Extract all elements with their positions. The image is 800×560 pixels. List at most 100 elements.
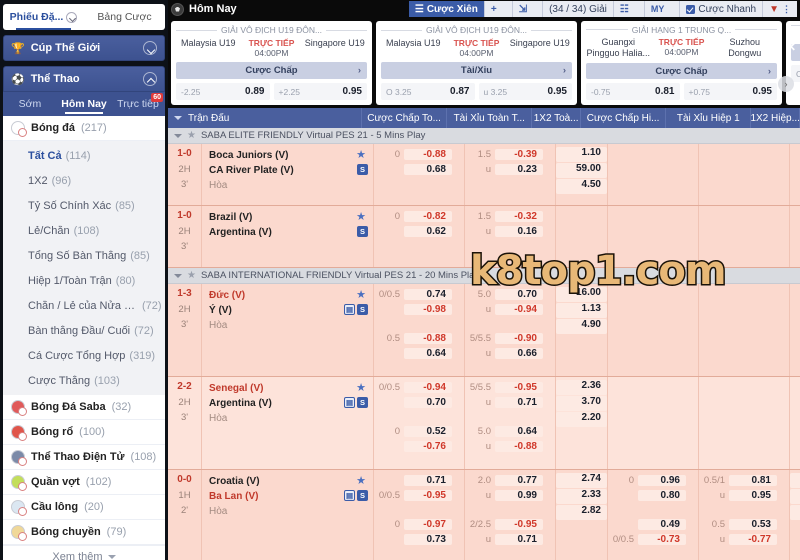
odds-value-home[interactable]: 2.74 [556, 473, 607, 488]
chevron-down-icon[interactable] [174, 133, 182, 138]
stats-icon[interactable]: ▤ [344, 397, 355, 408]
odds-value-away[interactable]: 3.15 [790, 489, 800, 504]
chevron-right-icon[interactable]: › [768, 66, 771, 77]
bet-type-all[interactable]: Tất Cả (114) [3, 143, 165, 168]
odds-value-home[interactable]: 3.40 [790, 473, 800, 488]
odd-line[interactable]: 0.70 [374, 395, 464, 410]
home-team-name[interactable]: Boca Juniors (V) [209, 148, 368, 163]
bet-type-correct-score[interactable]: Tỷ Số Chính Xác (85) [3, 193, 165, 218]
sidebar-item-volleyball[interactable]: Bóng chuyền (79) [3, 520, 165, 545]
bet-type-total-goals[interactable]: Tổng Số Bàn Thắng (85) [3, 243, 165, 268]
odds-value-home[interactable]: 16.00 [556, 287, 607, 302]
odd-line[interactable]: 5.0 0.64 [465, 424, 555, 439]
column-header-1x2-half[interactable]: 1X2 Hiệp... [750, 108, 799, 128]
chevron-down-icon[interactable] [66, 11, 78, 23]
sidebar-tab-today[interactable]: Hôm Nay [57, 92, 111, 116]
odd-line[interactable]: u 0.23 [465, 162, 555, 177]
league-header[interactable]: ★ SABA INTERNATIONAL FRIENDLY Virtual PE… [168, 268, 800, 284]
bet-type-odd-even[interactable]: Lẻ/Chẵn (108) [3, 218, 165, 243]
odd-line[interactable]: 0.71 [374, 473, 464, 488]
stream-icon[interactable]: S [357, 164, 368, 175]
match-card-partial[interactable]: Ping O [786, 21, 800, 105]
odd-line[interactable]: u 0.71 [465, 532, 555, 547]
show-more-button[interactable]: Xem thêm [3, 545, 165, 560]
odd-line[interactable]: u -0.77 [699, 532, 789, 547]
tab-bet-slip[interactable]: Phiếu Đặ... [3, 4, 84, 30]
bet-type-half-odd-even[interactable]: Chẵn / Lẻ của Nửa trận/T... (72) [3, 293, 165, 318]
card-market-bar[interactable]: Cược Chấp › [586, 63, 777, 79]
odd-line[interactable]: u 0.16 [465, 224, 555, 239]
favorite-star-icon[interactable]: ★ [356, 148, 366, 161]
odd-line[interactable]: 0/0.5 -0.95 [374, 488, 464, 503]
odd-line[interactable]: 0.5 -0.88 [374, 331, 464, 346]
odd-line[interactable]: -0.76 [374, 439, 464, 454]
odds-value-away[interactable]: 3.70 [556, 396, 607, 411]
stream-icon[interactable]: S [357, 226, 368, 237]
stream-icon[interactable]: S [357, 397, 368, 408]
stream-icon[interactable]: S [357, 304, 368, 315]
chevron-right-icon[interactable]: › [563, 65, 566, 76]
odds-value-draw[interactable]: 1.85 [790, 505, 800, 520]
odds-value-draw[interactable]: 4.50 [556, 179, 607, 194]
card-odd-home[interactable]: -2.25 0.89 [176, 83, 270, 100]
sidebar-item-badminton[interactable]: Cầu lông (20) [3, 495, 165, 520]
add-button[interactable]: + [484, 1, 513, 17]
stream-icon[interactable]: S [357, 490, 368, 501]
odd-line[interactable]: 0 0.96 [608, 473, 698, 488]
layout-button[interactable]: ☷ [613, 1, 645, 17]
carousel-next-icon[interactable]: › [778, 76, 794, 92]
match-card[interactable]: GIẢI VÔ ĐỊCH U19 ĐÔN... Malaysia U19 TRỰ… [376, 21, 577, 105]
odds-value-draw[interactable]: 4.90 [556, 319, 607, 334]
sidebar-section-sports[interactable]: ⚽ Thể Thao [3, 66, 165, 92]
chevron-down-icon[interactable] [174, 273, 182, 278]
odds-value-away[interactable]: 2.33 [556, 489, 607, 504]
checkbox-checked-icon[interactable] [686, 4, 696, 14]
odd-line[interactable]: u 0.95 [699, 488, 789, 503]
card-odd-over[interactable]: O 3.25 0.87 [381, 83, 475, 100]
card-market-bar[interactable]: Cược Chấp › [176, 62, 367, 79]
bet-type-mix-parlay[interactable]: Cá Cược Tổng Hợp (319) [3, 343, 165, 368]
sort-button[interactable]: ⇲ [512, 1, 544, 17]
sidebar-item-tennis[interactable]: Quần vợt (102) [3, 470, 165, 495]
odd-line[interactable]: 5/5.5 -0.90 [465, 331, 555, 346]
stats-icon[interactable]: ▤ [344, 490, 355, 501]
parlay-button[interactable]: ☰ Cược Xiên [408, 1, 485, 17]
sidebar-item-saba-football[interactable]: Bóng Đá Saba (32) [3, 395, 165, 420]
odd-line[interactable]: 2/2.5 -0.95 [465, 517, 555, 532]
odd-line[interactable]: 0 -0.97 [374, 517, 464, 532]
bet-type-outright[interactable]: Cược Thắng (103) [3, 368, 165, 393]
odd-line[interactable]: 0/0.5 -0.73 [608, 532, 698, 547]
odds-value-away[interactable]: 1.13 [556, 303, 607, 318]
odd-line[interactable]: 5/5.5 -0.95 [465, 380, 555, 395]
sidebar-item-basketball[interactable]: Bóng rổ (100) [3, 420, 165, 445]
card-odd-away[interactable]: +0.75 0.95 [683, 83, 777, 100]
column-header-ah-full[interactable]: Cược Chấp To... [361, 108, 446, 128]
odd-line[interactable]: 0.64 [374, 346, 464, 361]
league-filter-button[interactable]: (34 / 34) Giải [543, 1, 614, 17]
chevron-right-icon[interactable]: › [358, 65, 361, 76]
odd-line[interactable]: u 0.99 [465, 488, 555, 503]
odd-line[interactable]: 0.5/1 0.81 [699, 473, 789, 488]
odds-value-home[interactable]: 1.10 [556, 147, 607, 162]
home-team-name[interactable]: Brazil (V) [209, 210, 368, 225]
odd-line[interactable]: u 0.71 [465, 395, 555, 410]
filter-button[interactable]: ▼ ⋮ [763, 1, 797, 17]
sidebar-tab-early[interactable]: Sớm [3, 92, 57, 116]
odd-line[interactable]: 1.5 -0.32 [465, 209, 555, 224]
odd-line[interactable]: 0 0.52 [374, 424, 464, 439]
odds-value-draw[interactable]: 2.20 [556, 412, 607, 427]
odds-value-draw[interactable]: 2.82 [556, 505, 607, 520]
card-odd-under[interactable]: u 3.25 0.95 [478, 83, 572, 100]
match-card[interactable]: GIẢI VÔ ĐỊCH U19 ĐÔN... Malaysia U19 TRỰ… [171, 21, 372, 105]
favorite-star-icon[interactable]: ★ [356, 381, 366, 394]
odd-line[interactable]: 1.5 -0.39 [465, 147, 555, 162]
home-team-name[interactable]: Croatia (V) [209, 474, 368, 489]
odd-line[interactable]: 0.62 [374, 224, 464, 239]
home-team-name[interactable]: Senegal (V) [209, 381, 368, 396]
away-team-name[interactable]: Argentina (V) [209, 225, 368, 240]
card-market-bar[interactable]: Tài/Xỉu › [381, 62, 572, 79]
quick-bet-toggle[interactable]: Cược Nhanh [680, 1, 764, 17]
star-icon[interactable]: ★ [187, 130, 196, 141]
favorite-star-icon[interactable]: ★ [356, 288, 366, 301]
favorite-star-icon[interactable]: ★ [356, 210, 366, 223]
